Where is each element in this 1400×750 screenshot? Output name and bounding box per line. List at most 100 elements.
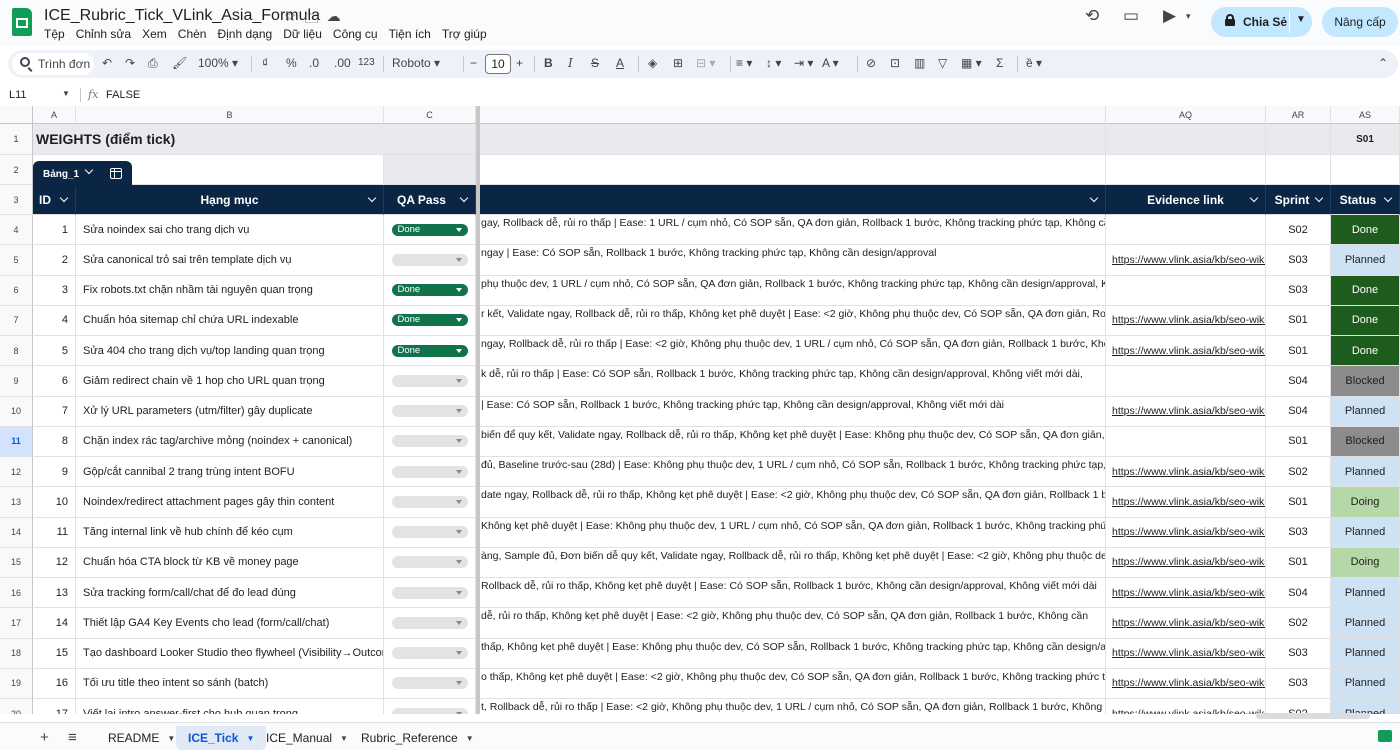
sprint-cell[interactable]: S03 [1266,517,1331,548]
qa-status-dropdown[interactable] [391,616,468,629]
status-cell[interactable]: Done [1331,336,1400,367]
rubric-notes-cell[interactable]: r kết, Validate ngay, Rollback dễ, rủi r… [480,305,1106,336]
column-header-as[interactable]: AS [1331,106,1400,124]
sprint-cell[interactable]: S01 [1266,336,1331,367]
name-box-dropdown-icon[interactable]: ▼ [62,89,70,98]
spreadsheet-grid[interactable]: A B C AQ AR AS WEIGHTS (điểm tick) S01 I… [0,106,1400,714]
evidence-link-cell[interactable]: https://www.vlink.asia/kb/seo-wiki [1106,547,1266,578]
id-cell[interactable]: 17 [33,699,76,714]
evidence-link-cell[interactable] [1106,426,1266,457]
row-header[interactable]: 15 [0,547,33,578]
status-cell[interactable]: Done [1331,215,1400,246]
item-cell[interactable]: Thiết lập GA4 Key Events cho lead (form/… [76,608,384,639]
sheet-tab[interactable]: Rubric_Reference ▼ [349,726,486,750]
rubric-notes-cell[interactable]: o thấp, Không kẹt phê duyệt | Ease: <2 g… [480,668,1106,699]
qa-pass-cell[interactable]: Done [384,215,476,246]
row-header[interactable]: 6 [0,275,33,306]
all-sheets-icon[interactable]: ≡ [68,729,77,746]
evidence-link-cell[interactable]: https://www.vlink.asia/kb/seo-wiki [1106,608,1266,639]
header-qa-pass[interactable]: QA Pass [384,185,476,215]
select-all-corner[interactable] [0,106,33,124]
rubric-notes-cell[interactable]: dễ, rủi ro thấp, Không kẹt phê duyệt | E… [480,608,1106,639]
row-header[interactable]: 1 [0,124,33,155]
qa-status-dropdown[interactable]: Done [391,223,468,236]
row-header[interactable]: 4 [0,215,33,246]
id-cell[interactable]: 6 [33,366,76,397]
qa-pass-cell[interactable] [384,487,476,518]
item-cell[interactable]: Gộp/cắt cannibal 2 trang trùng intent BO… [76,457,384,488]
rubric-notes-cell[interactable]: gay, Rollback dễ, rủi ro thấp | Ease: 1 … [480,215,1106,246]
id-cell[interactable]: 9 [33,457,76,488]
evidence-link-cell[interactable]: https://www.vlink.asia/kb/seo-wiki [1106,699,1266,714]
status-cell[interactable]: Planned [1331,699,1400,714]
status-cell[interactable]: Planned [1331,578,1400,609]
row-header[interactable]: 7 [0,305,33,336]
print-icon[interactable]: ⎙ [148,56,158,71]
name-box[interactable]: L11 [9,89,27,101]
menu-search[interactable]: Trình đơn [12,53,94,75]
status-cell[interactable]: Planned [1331,668,1400,699]
id-cell[interactable]: 16 [33,668,76,699]
meet-video-icon[interactable]: ▶ [1163,6,1176,26]
rubric-notes-cell[interactable]: t, Rollback dễ, rủi ro thấp | Ease: <2 g… [480,699,1106,714]
qa-status-dropdown[interactable]: Done [391,314,468,327]
item-cell[interactable]: Sửa canonical trỏ sai trên template dịch… [76,245,384,276]
id-cell[interactable]: 13 [33,578,76,609]
id-cell[interactable]: 10 [33,487,76,518]
rubric-notes-cell[interactable]: biến để quy kết, Validate ngay, Rollback… [480,426,1106,457]
qa-status-dropdown[interactable] [391,435,468,448]
chevron-down-icon[interactable]: ▼ [340,734,348,743]
sheet-tab[interactable]: README ▼ [96,726,187,750]
id-cell[interactable]: 3 [33,275,76,306]
evidence-link-cell[interactable]: https://www.vlink.asia/kb/seo-wiki [1106,517,1266,548]
column-menu-icon[interactable] [1249,193,1259,203]
qa-pass-cell[interactable] [384,578,476,609]
row-header[interactable]: 12 [0,457,33,488]
qa-status-dropdown[interactable] [391,526,468,539]
menu-item[interactable]: Tiện ích [389,27,431,41]
menu-item[interactable]: Xem [142,27,167,41]
header-status[interactable]: Status [1331,185,1400,215]
row-header[interactable]: 14 [0,517,33,548]
column-header-ar[interactable]: AR [1266,106,1331,124]
sprint-cell[interactable]: S02 [1266,457,1331,488]
paint-format-icon[interactable]: 🖌 [172,56,187,70]
menu-item[interactable]: Tệp [44,27,65,41]
evidence-link-cell[interactable]: https://www.vlink.asia/kb/seo-wiki [1106,336,1266,367]
undo-icon[interactable]: ↶ [102,56,112,70]
row-header[interactable]: 20 [0,699,33,714]
header-sprint[interactable]: Sprint [1266,185,1331,215]
text-color-icon[interactable]: A [616,56,624,70]
share-button[interactable]: Chia Sẻ ▼ [1211,7,1312,37]
qa-pass-cell[interactable]: Done [384,305,476,336]
redo-icon[interactable]: ↷ [125,56,135,70]
qa-status-dropdown[interactable] [391,707,468,714]
column-menu-icon[interactable] [1383,193,1393,203]
qa-pass-cell[interactable] [384,517,476,548]
sprint-cell[interactable]: S02 [1266,215,1331,246]
increase-font-size-icon[interactable]: + [516,56,523,70]
meet-dropdown-icon[interactable]: ▾ [1186,11,1191,22]
sprint-cell[interactable]: S03 [1266,668,1331,699]
evidence-link-cell[interactable]: https://www.vlink.asia/kb/seo-wiki [1106,457,1266,488]
id-cell[interactable]: 15 [33,638,76,669]
item-cell[interactable]: Viết lại intro answer-first cho hub quan… [76,699,384,714]
horizontal-scrollbar[interactable] [1256,713,1370,719]
row-header[interactable]: 13 [0,487,33,518]
qa-status-dropdown[interactable] [391,677,468,690]
id-cell[interactable]: 11 [33,517,76,548]
upgrade-button[interactable]: Nâng cấp [1322,7,1398,37]
more-formats-button[interactable]: 123 [358,57,375,68]
bold-icon[interactable]: B [544,56,553,70]
item-cell[interactable]: Sửa noindex sai cho trang dịch vụ [76,215,384,246]
item-cell[interactable]: Giảm redirect chain về 1 hop cho URL qua… [76,366,384,397]
item-cell[interactable]: Fix robots.txt chặn nhầm tài nguyên quan… [76,275,384,306]
comments-icon[interactable]: ▭ [1123,6,1139,26]
rubric-notes-cell[interactable]: k dễ, rủi ro thấp | Ease: Có SOP sẵn, Ro… [480,366,1106,397]
id-cell[interactable]: 14 [33,608,76,639]
item-cell[interactable]: Sửa tracking form/call/chat để đo lead đ… [76,578,384,609]
sprint-cell[interactable]: S03 [1266,275,1331,306]
qa-pass-cell[interactable]: Done [384,275,476,306]
vertical-align-icon[interactable]: ↕ ▾ [766,56,781,70]
row-header[interactable]: 5 [0,245,33,276]
